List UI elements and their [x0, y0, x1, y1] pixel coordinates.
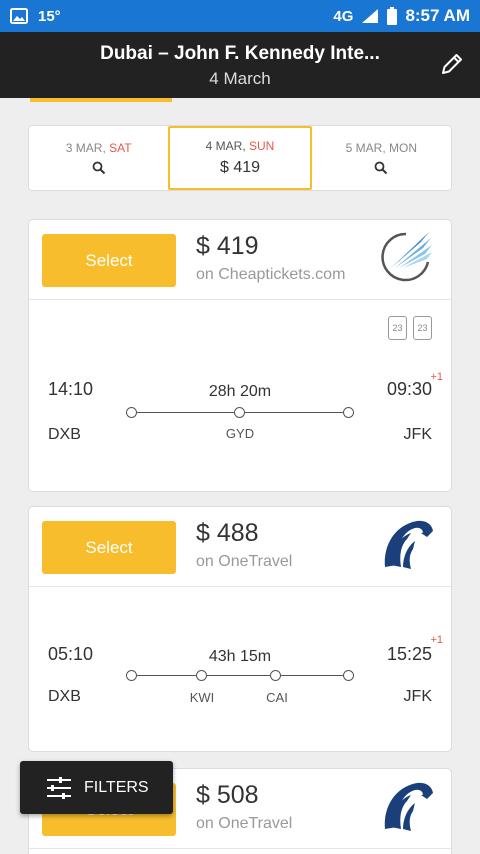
route-line	[126, 668, 354, 684]
stop-dot	[234, 407, 245, 418]
image-notification-icon	[10, 8, 28, 24]
provider-name: on Cheaptickets.com	[196, 266, 346, 283]
stop-airport: CAI	[266, 690, 288, 705]
route-date: 4 March	[209, 69, 271, 88]
search-icon	[374, 161, 388, 175]
stop-airport: KWI	[189, 690, 215, 705]
select-button[interactable]: Select	[42, 234, 176, 287]
departure-airport: DXB	[48, 426, 81, 443]
stop-airport: GYD	[225, 426, 255, 441]
provider-name: on OneTravel	[196, 553, 293, 570]
network-type: 4G	[333, 7, 354, 25]
filters-label: FILTERS	[84, 778, 149, 796]
flight-result-card: Select $ 488 on OneTravel 05:10 43h 15m …	[28, 506, 452, 752]
day-label: SUN	[248, 139, 275, 153]
date-tab-next[interactable]: 5 MAR, MON	[312, 126, 451, 190]
itinerary: 05:10 43h 15m 15:25 +1 DXB KWI CAI JFK	[29, 587, 451, 751]
day-offset: +1	[430, 371, 443, 383]
destination-dot	[343, 670, 354, 681]
select-button[interactable]: Select	[42, 521, 176, 574]
egyptair-airline-logo	[384, 782, 433, 831]
date-tab-prev[interactable]: 3 MAR, SAT	[29, 126, 168, 190]
flight-result-card: Select $ 419 on Cheaptickets.com 23 23 1…	[28, 219, 452, 492]
departure-airport: DXB	[48, 688, 81, 705]
result-price: $ 419	[196, 232, 259, 260]
clock: 8:57 AM	[405, 6, 470, 25]
luggage-icon: 23	[413, 316, 432, 340]
stop-dot	[270, 670, 281, 681]
date-selector: 3 MAR, SAT 4 MAR, SUN $ 419 5 MAR, MON	[28, 125, 452, 191]
header-progress-indicator	[30, 98, 172, 102]
sliders-icon	[47, 776, 71, 799]
status-bar: 15° 4G 8:57 AM	[0, 0, 480, 32]
stop-dot	[196, 670, 207, 681]
day-offset: +1	[430, 634, 443, 646]
date-label: 3 MAR,	[65, 141, 110, 155]
date-tab-selected[interactable]: 4 MAR, SUN $ 419	[168, 126, 312, 190]
itinerary: 23 23 14:10 28h 20m 09:30 +1 DXB GYD JFK	[29, 300, 451, 490]
search-icon	[92, 161, 105, 175]
destination-dot	[343, 407, 354, 418]
temperature: 15°	[38, 7, 61, 25]
signal-icon	[362, 9, 379, 23]
date-label: 5 MAR, MON	[345, 141, 417, 155]
arrival-time: 15:25	[386, 644, 432, 664]
arrival-time: 09:30	[386, 379, 432, 399]
pencil-icon	[442, 54, 462, 74]
egyptair-airline-logo	[384, 520, 433, 569]
result-price: $ 488	[196, 519, 259, 547]
arrival-airport: JFK	[403, 426, 432, 443]
filters-button[interactable]: FILTERS	[20, 761, 173, 814]
arrival-airport: JFK	[403, 688, 432, 705]
day-label: SAT	[109, 141, 132, 155]
origin-dot	[126, 407, 137, 418]
provider-name: on OneTravel	[196, 815, 293, 832]
origin-dot	[126, 670, 137, 681]
luggage-icon: 23	[388, 316, 407, 340]
route-title: Dubai – John F. Kennedy Inte...	[100, 43, 380, 64]
edit-search-button[interactable]	[438, 50, 466, 78]
date-label: 4 MAR,	[205, 139, 249, 153]
date-price: $ 419	[219, 159, 261, 176]
azal-airline-logo	[381, 232, 432, 282]
result-price: $ 508	[196, 781, 259, 809]
baggage-info: 23 23	[388, 316, 432, 340]
battery-icon	[387, 7, 398, 25]
route-line	[126, 405, 354, 421]
search-header: Dubai – John F. Kennedy Inte... 4 March	[0, 32, 480, 98]
